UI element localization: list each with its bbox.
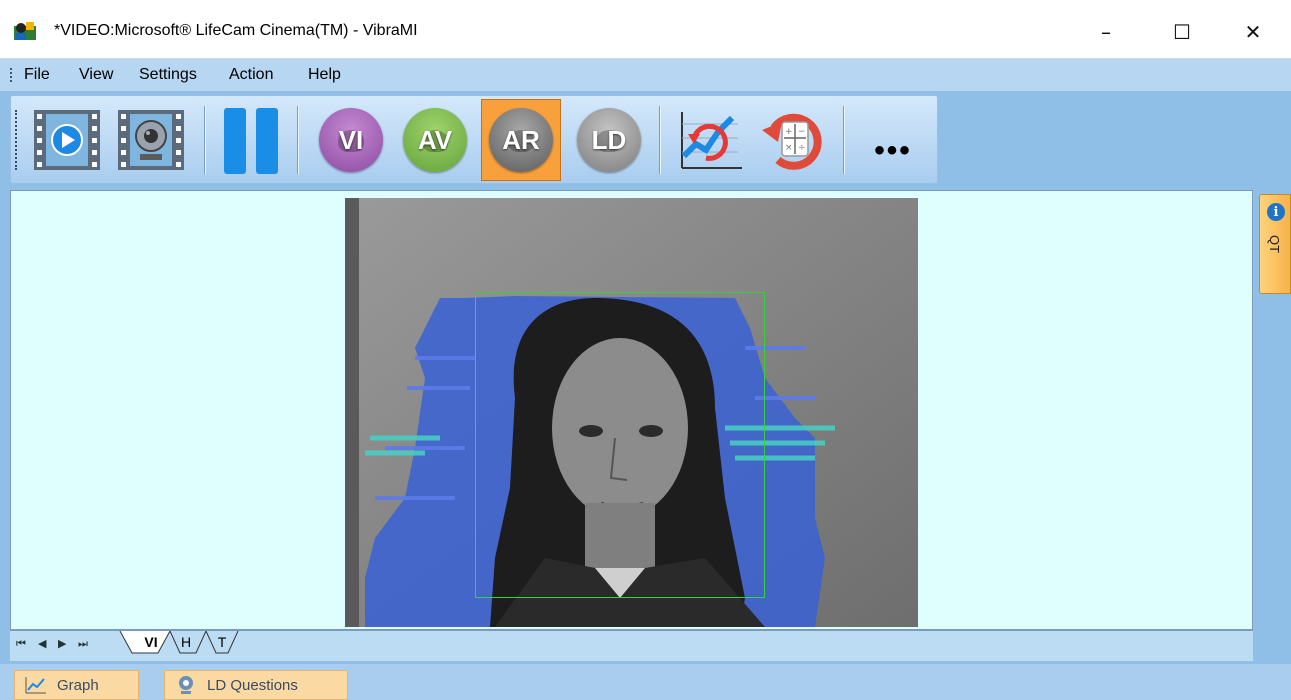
reset-calculation-button[interactable]: + − × ÷ — [751, 96, 831, 184]
qt-tab-label: QT — [1267, 235, 1282, 254]
minimize-icon: – — [1101, 20, 1111, 44]
svg-text:×: × — [785, 143, 793, 153]
tab-t[interactable]: T — [214, 631, 230, 653]
menu-help[interactable]: Help — [308, 66, 341, 84]
av-mode-icon: AV — [403, 108, 467, 172]
close-button[interactable]: ✕ — [1223, 14, 1283, 50]
last-page-icon[interactable]: ⏭ — [78, 637, 88, 651]
menu-action[interactable]: Action — [229, 66, 273, 84]
menu-view[interactable]: View — [79, 66, 113, 84]
mode-ar-button[interactable]: AR — [481, 99, 561, 181]
graph-refresh-button[interactable] — [669, 96, 749, 184]
ar-mode-icon: AR — [489, 108, 553, 172]
minimize-button[interactable]: – — [1076, 14, 1136, 50]
svg-text:−: − — [798, 127, 806, 137]
svg-text:+: + — [785, 127, 793, 137]
svg-text:÷: ÷ — [798, 143, 806, 153]
graph-icon — [25, 675, 47, 695]
close-icon: ✕ — [1244, 20, 1262, 44]
toolbar-grip-icon[interactable] — [15, 110, 19, 170]
graph-label: Graph — [57, 676, 99, 694]
menu-file[interactable]: File — [24, 66, 50, 84]
calculator-reset-icon: + −× ÷ — [762, 113, 822, 170]
ld-mode-icon: LD — [577, 108, 641, 172]
tab-h[interactable]: H — [178, 631, 194, 653]
pause-button[interactable] — [211, 96, 291, 184]
window-title: *VIDEO:Microsoft® LifeCam Cinema(TM) - V… — [54, 22, 418, 39]
maximize-button[interactable]: ☐ — [1152, 14, 1212, 50]
film-play-icon — [34, 110, 100, 170]
app-icon — [14, 22, 36, 40]
graph-button[interactable]: Graph — [14, 670, 139, 700]
next-page-icon[interactable]: ▶ — [58, 637, 66, 650]
previous-page-icon[interactable]: ◀ — [38, 637, 46, 650]
bottom-dock-bar: Graph LD Questions — [0, 664, 1291, 700]
chart-refresh-icon — [681, 112, 742, 169]
toolbar-separator — [659, 106, 660, 174]
qt-side-tab[interactable]: i QT — [1259, 194, 1291, 294]
play-video-button[interactable] — [27, 96, 107, 184]
face-detection-box — [475, 292, 765, 598]
sheet-tab-strip: ⏮ ◀ ▶ ⏭ VI H T — [10, 630, 1253, 661]
toolbar-separator — [297, 106, 298, 174]
more-options-button[interactable]: ••• — [853, 96, 933, 184]
toolbar-separator — [843, 106, 844, 174]
tab-vi[interactable]: VI — [136, 631, 166, 653]
ld-questions-label: LD Questions — [207, 676, 298, 694]
toolbar-separator — [204, 106, 205, 174]
vi-mode-icon: VI — [319, 108, 383, 172]
maximize-icon: ☐ — [1173, 20, 1191, 44]
mode-av-button[interactable]: AV — [395, 96, 475, 184]
more-icon: ••• — [874, 134, 912, 167]
webcam-questions-icon — [175, 675, 197, 695]
first-page-icon[interactable]: ⏮ — [16, 637, 26, 651]
title-bar: *VIDEO:Microsoft® LifeCam Cinema(TM) - V… — [0, 0, 1291, 59]
mode-vi-button[interactable]: VI — [311, 96, 391, 184]
webcam-button[interactable] — [111, 96, 191, 184]
video-frame — [345, 198, 918, 627]
toolbar: VI AV AR LD + − × ÷ ••• — [10, 95, 938, 184]
ld-questions-button[interactable]: LD Questions — [164, 670, 348, 700]
info-icon: i — [1267, 203, 1285, 221]
pause-icon — [224, 108, 278, 174]
menu-grip-icon[interactable] — [10, 68, 14, 82]
mode-ld-button[interactable]: LD — [569, 96, 649, 184]
menu-bar: File View Settings Action Help — [0, 59, 1291, 91]
menu-settings[interactable]: Settings — [139, 66, 197, 84]
film-webcam-icon — [118, 110, 184, 170]
